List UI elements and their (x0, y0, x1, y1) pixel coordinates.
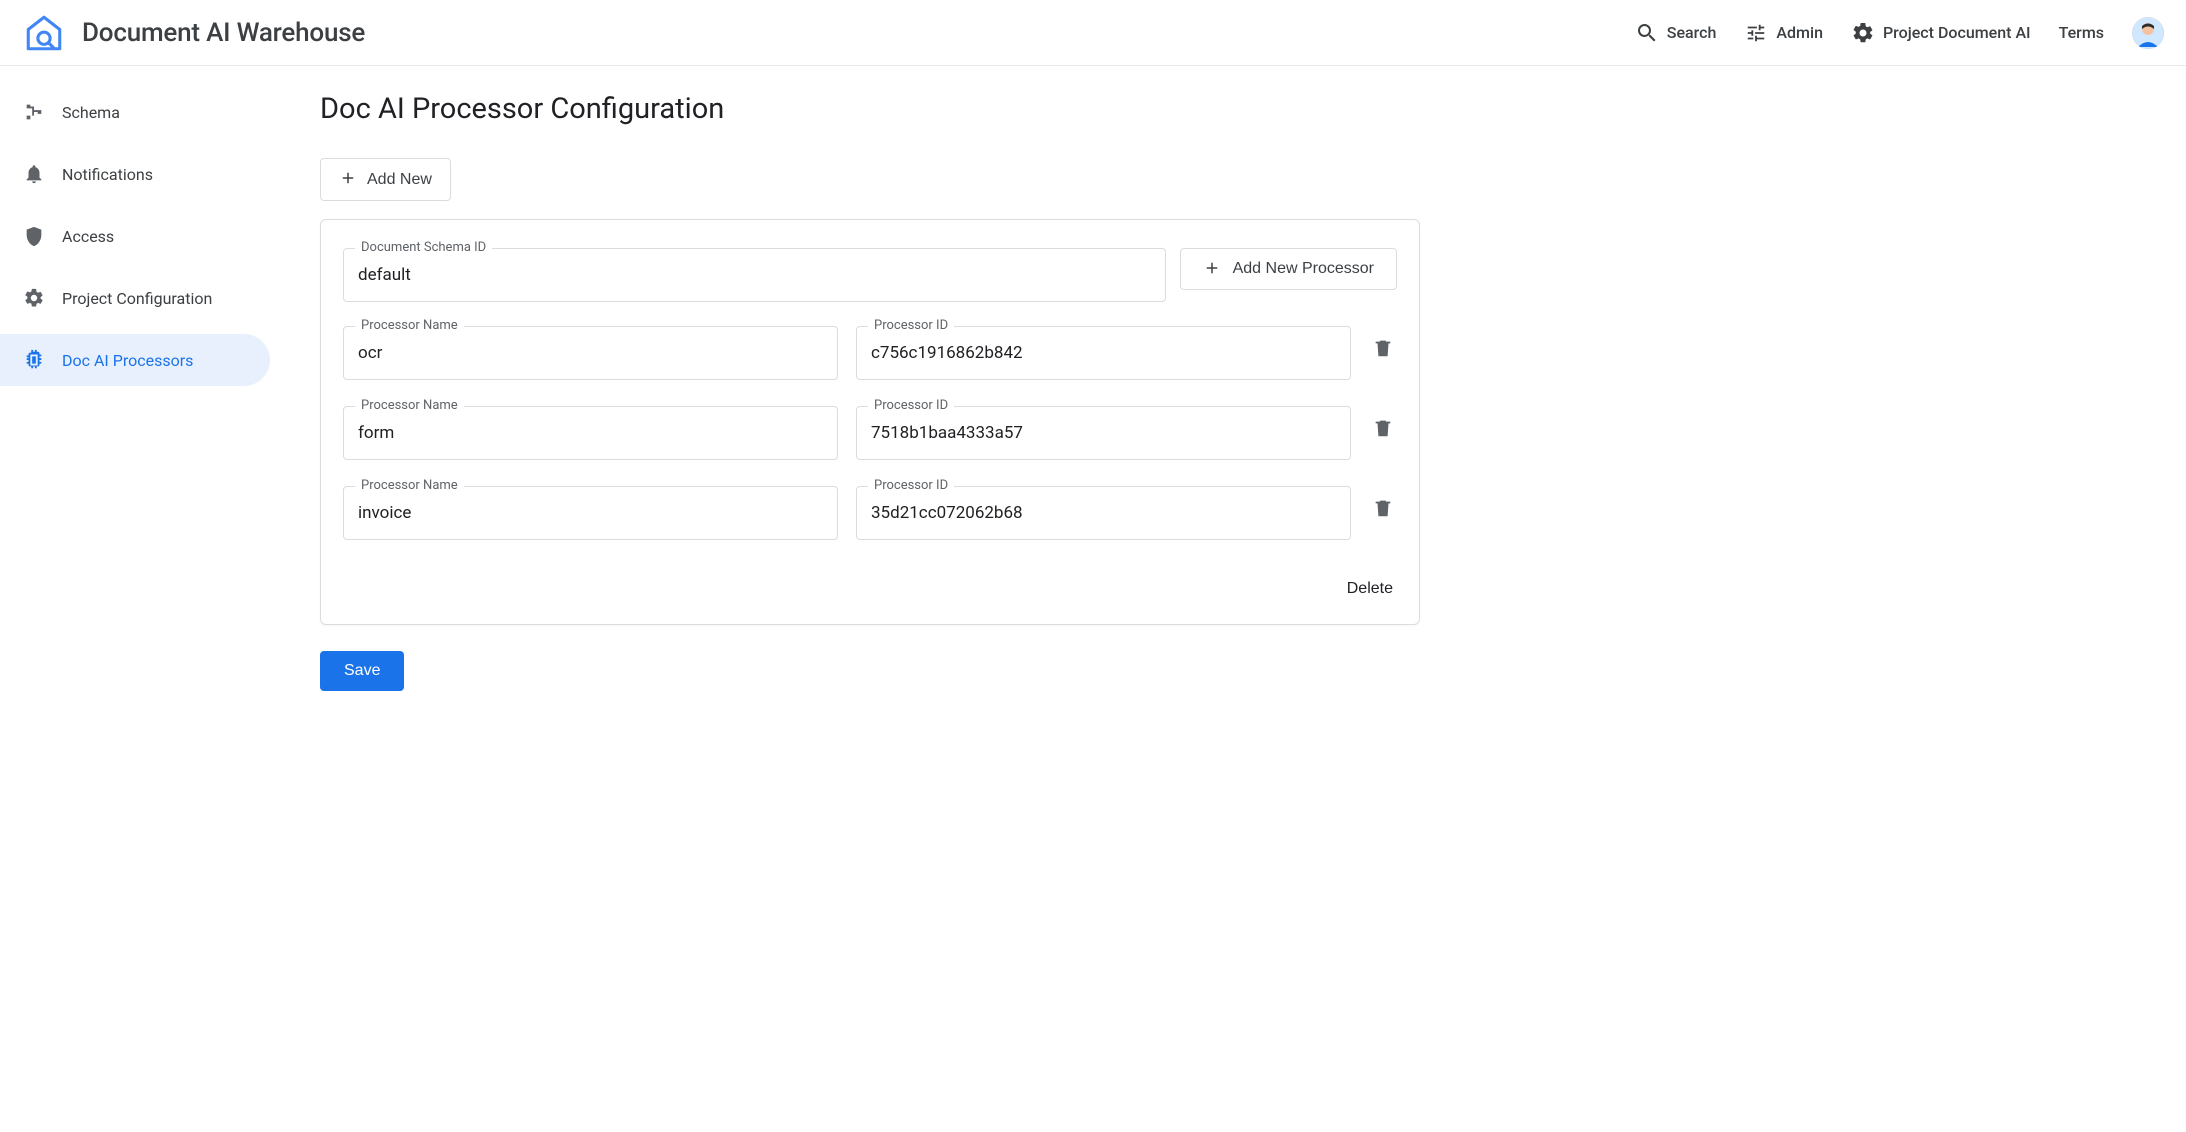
trash-icon[interactable] (1369, 334, 1397, 362)
processor-row: Processor Name Processor ID (343, 326, 1397, 380)
sidebar-item-doc-ai-processors[interactable]: Doc AI Processors (0, 334, 270, 386)
processor-id-field: Processor ID (856, 406, 1351, 460)
processor-name-input[interactable] (343, 406, 838, 460)
user-avatar[interactable] (2132, 17, 2164, 49)
schema-row: Document Schema ID Add New Processor (343, 248, 1397, 302)
search-icon (1635, 21, 1659, 45)
processor-name-field: Processor Name (343, 486, 838, 540)
add-new-processor-label: Add New Processor (1233, 260, 1374, 278)
project-label: Project Document AI (1883, 23, 2031, 42)
app-title: Document AI Warehouse (82, 18, 365, 48)
sidebar-item-project-config[interactable]: Project Configuration (0, 272, 270, 324)
processor-name-label: Processor Name (355, 478, 464, 493)
processor-id-input[interactable] (856, 406, 1351, 460)
header-right: Search Admin Project Document AI Terms (1635, 17, 2164, 49)
processor-name-field: Processor Name (343, 326, 838, 380)
app-logo-icon (22, 11, 66, 55)
app-header: Document AI Warehouse Search Admin Proje… (0, 0, 2186, 66)
save-button[interactable]: Save (320, 651, 404, 691)
search-label: Search (1667, 23, 1717, 42)
schema-id-label: Document Schema ID (355, 240, 492, 255)
processor-name-input[interactable] (343, 486, 838, 540)
terms-label: Terms (2059, 23, 2104, 42)
admin-label: Admin (1776, 23, 1823, 42)
processor-id-field: Processor ID (856, 326, 1351, 380)
processor-row: Processor Name Processor ID (343, 486, 1397, 540)
bell-icon (22, 162, 46, 186)
processor-id-label: Processor ID (868, 398, 954, 413)
processor-id-input[interactable] (856, 326, 1351, 380)
search-button[interactable]: Search (1635, 21, 1717, 45)
sidebar-item-label: Project Configuration (62, 289, 212, 308)
header-left: Document AI Warehouse (22, 11, 365, 55)
shield-icon (22, 224, 46, 248)
admin-button[interactable]: Admin (1744, 21, 1823, 45)
sidebar-item-label: Doc AI Processors (62, 351, 193, 370)
tune-icon (1744, 21, 1768, 45)
processor-name-label: Processor Name (355, 318, 464, 333)
terms-link[interactable]: Terms (2059, 23, 2104, 42)
processor-row: Processor Name Processor ID (343, 406, 1397, 460)
add-new-processor-button[interactable]: Add New Processor (1180, 248, 1397, 290)
processor-id-label: Processor ID (868, 478, 954, 493)
delete-button[interactable]: Delete (1343, 572, 1397, 606)
processor-name-field: Processor Name (343, 406, 838, 460)
sidebar-item-label: Schema (62, 103, 120, 122)
card-footer: Delete (343, 572, 1397, 606)
trash-icon[interactable] (1369, 494, 1397, 522)
gear-icon (22, 286, 46, 310)
processor-config-card: Document Schema ID Add New Processor Pro… (320, 219, 1420, 625)
sidebar-item-label: Access (62, 227, 114, 246)
trash-icon[interactable] (1369, 414, 1397, 442)
processor-id-label: Processor ID (868, 318, 954, 333)
schema-id-input[interactable] (343, 248, 1166, 302)
sidebar-item-access[interactable]: Access (0, 210, 270, 262)
sidebar-item-label: Notifications (62, 165, 153, 184)
schema-icon (22, 100, 46, 124)
add-new-label: Add New (367, 171, 432, 189)
page-title: Doc AI Processor Configuration (320, 92, 1420, 126)
processor-name-label: Processor Name (355, 398, 464, 413)
project-button[interactable]: Project Document AI (1851, 21, 2031, 45)
add-new-button[interactable]: Add New (320, 158, 451, 201)
main-content: Doc AI Processor Configuration Add New D… (270, 66, 1470, 731)
sidebar-item-schema[interactable]: Schema (0, 86, 270, 138)
sidebar: Schema Notifications Access Project Conf… (0, 66, 270, 731)
plus-icon (1203, 259, 1221, 280)
schema-id-field: Document Schema ID (343, 248, 1166, 302)
processor-id-field: Processor ID (856, 486, 1351, 540)
processor-icon (22, 348, 46, 372)
plus-icon (339, 169, 357, 190)
sidebar-item-notifications[interactable]: Notifications (0, 148, 270, 200)
processor-id-input[interactable] (856, 486, 1351, 540)
gear-icon (1851, 21, 1875, 45)
processor-name-input[interactable] (343, 326, 838, 380)
